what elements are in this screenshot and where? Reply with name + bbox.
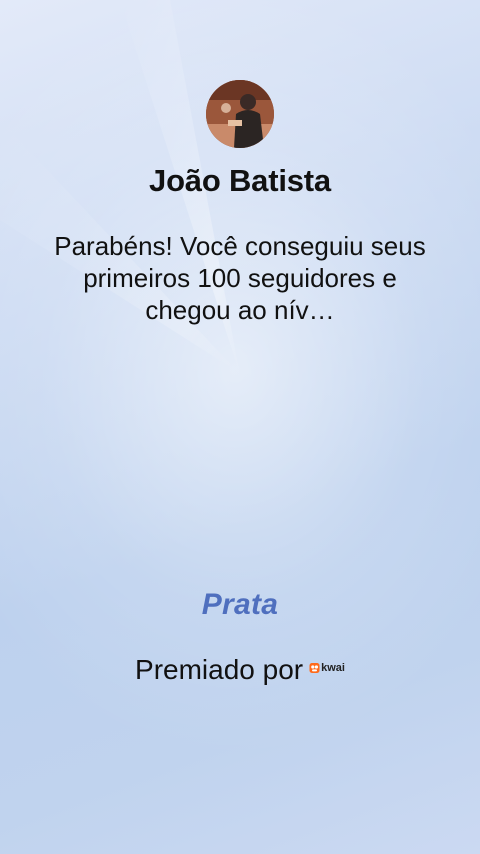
avatar[interactable] <box>206 80 274 148</box>
achievement-message: Parabéns! Você conseguiu seus primeiros … <box>54 231 426 325</box>
award-tier: Prata <box>201 588 279 621</box>
awarded-by-label: Premiado por <box>135 654 304 685</box>
kwai-logo: kwai <box>309 662 345 674</box>
user-avatar-photo <box>206 80 274 148</box>
profile-name: João Batista <box>149 163 331 198</box>
awarded-by: Premiado por kwai <box>0 654 480 686</box>
kwai-logo-text: kwai <box>321 661 345 674</box>
kwai-logo-icon <box>309 662 320 673</box>
